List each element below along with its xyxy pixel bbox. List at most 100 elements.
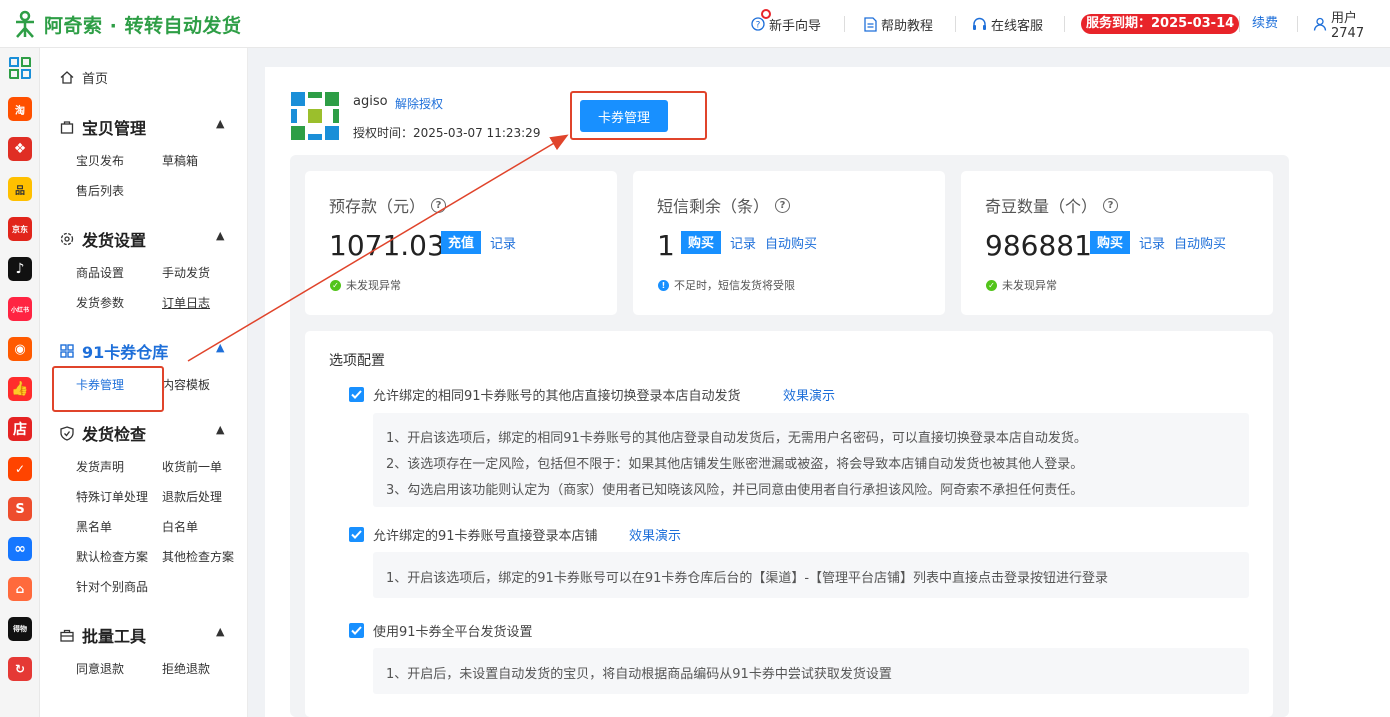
- sidebar-group-items[interactable]: 宝贝管理: [60, 115, 146, 139]
- options-title: 选项配置: [329, 353, 385, 369]
- sidebar-item-default-check[interactable]: 默认检查方案: [76, 548, 148, 565]
- dewu-icon[interactable]: 得物: [8, 617, 32, 641]
- zhuanzhuan-icon[interactable]: ↻: [8, 657, 32, 681]
- sidebar-item-other-check[interactable]: 其他检查方案: [162, 548, 234, 565]
- douyin-icon[interactable]: ♪: [8, 257, 32, 281]
- xiaohongshu-icon[interactable]: 小红书: [8, 297, 32, 321]
- option-2-label[interactable]: 允许绑定的91卡券账号直接登录本店铺: [373, 525, 598, 544]
- sidebar-item-agree-refund[interactable]: 同意退款: [76, 660, 124, 677]
- recharge-button[interactable]: 充值: [441, 231, 482, 254]
- card-status: ✓ 未发现异常: [986, 277, 1057, 293]
- sidebar-item-manual-ship[interactable]: 手动发货: [162, 264, 210, 281]
- kuaishou-icon[interactable]: ◉: [8, 337, 32, 361]
- option-1-checkbox[interactable]: [349, 387, 364, 402]
- divider: [1239, 16, 1240, 32]
- option-2-checkbox[interactable]: [349, 527, 364, 542]
- option-2-demo-link[interactable]: 效果演示: [629, 525, 681, 544]
- record-link[interactable]: 记录: [490, 233, 516, 252]
- check-icon: [351, 390, 362, 399]
- nav-help[interactable]: 帮助教程: [864, 0, 933, 48]
- agiso-logo-icon: [16, 10, 34, 38]
- sidebar-group-title: 发货设置: [82, 231, 147, 250]
- pinduoduo-icon[interactable]: ❖: [8, 137, 32, 161]
- sidebar-item-label: 首页: [82, 72, 109, 87]
- app-title: 阿奇索 · 转转自动发货: [44, 14, 242, 37]
- rail-label: 小红书: [10, 306, 29, 314]
- nav-guide[interactable]: ? 新手向导: [751, 0, 821, 48]
- sidebar-item-pre-receipt[interactable]: 收货前一单: [162, 458, 222, 475]
- option-1-label[interactable]: 允许绑定的相同91卡券账号的其他店直接切换登录本店自动发货: [373, 385, 741, 404]
- sidebar-item-content-template[interactable]: 内容模板: [162, 376, 210, 393]
- sidebar-group-batch-tools[interactable]: 批量工具: [60, 623, 146, 647]
- sidebar-item-order-log[interactable]: 订单日志: [162, 294, 210, 311]
- fupin-icon[interactable]: 品: [8, 177, 32, 201]
- note-line: 2、该选项存在一定风险，包括但不限于：如果其他店铺发生账密泄漏或被盗，将会导致本…: [386, 457, 1084, 472]
- buy-beans-button[interactable]: 购买: [1090, 231, 1131, 254]
- sidebar-item-ship-params[interactable]: 发货参数: [76, 294, 124, 311]
- option-3-checkbox[interactable]: [349, 623, 364, 638]
- chevron-up-icon[interactable]: ▲: [216, 341, 224, 354]
- chevron-up-icon[interactable]: ▲: [216, 117, 224, 130]
- stat-card-deposit: 预存款（元）? 1071.03 充值 记录 ✓ 未发现异常: [305, 171, 617, 315]
- home-icon: [60, 71, 74, 84]
- chevron-up-icon[interactable]: ▲: [216, 625, 224, 638]
- help-circle-icon[interactable]: ?: [431, 197, 447, 213]
- sidebar-item-ship-statement[interactable]: 发货声明: [76, 458, 124, 475]
- divider: [1297, 16, 1298, 32]
- sidebar-item-reject-refund[interactable]: 拒绝退款: [162, 660, 210, 677]
- bag-icon[interactable]: ✓: [8, 457, 32, 481]
- option-1-demo-link[interactable]: 效果演示: [783, 385, 835, 404]
- sidebar-group-shipping-settings[interactable]: 发货设置: [60, 227, 146, 251]
- store-icon[interactable]: ⌂: [8, 577, 32, 601]
- nav-guide-label: 新手向导: [769, 18, 822, 34]
- card-value: 1071.03: [329, 229, 445, 262]
- qr-grid-icon[interactable]: [8, 56, 32, 80]
- shop-icon[interactable]: 店: [8, 417, 32, 441]
- user-name: 用户2747: [1331, 11, 1365, 41]
- taobao-icon[interactable]: 淘: [8, 97, 32, 121]
- sidebar-item-home[interactable]: 首页: [60, 68, 108, 87]
- option-2-notes: 1、开启该选项后，绑定的91卡券账号可以在91卡券仓库后台的【渠道】-【管理平台…: [373, 552, 1249, 598]
- sidebar-item-product-settings[interactable]: 商品设置: [76, 264, 124, 281]
- sidebar-group-ship-check[interactable]: 发货检查: [60, 421, 146, 445]
- option-3-label[interactable]: 使用91卡券全平台发货设置: [373, 621, 533, 640]
- rail-glyph: ◉: [14, 341, 26, 357]
- buy-sms-button[interactable]: 购买: [681, 231, 722, 254]
- sidebar-item-publish[interactable]: 宝贝发布: [76, 152, 124, 169]
- shopee-icon[interactable]: S: [8, 497, 32, 521]
- rail-glyph: ✓: [14, 462, 26, 476]
- unbind-link[interactable]: 解除授权: [395, 95, 443, 112]
- sidebar-item-blacklist[interactable]: 黑名单: [76, 518, 112, 535]
- card-actions: 购买 记录 自动购买: [681, 231, 826, 254]
- card-title-text: 短信剩余（条）: [657, 197, 770, 216]
- thumb-icon[interactable]: 👍: [8, 377, 32, 401]
- sidebar-item-whitelist[interactable]: 白名单: [162, 518, 198, 535]
- jd-icon[interactable]: 京东: [8, 217, 32, 241]
- record-link[interactable]: 记录: [1139, 233, 1165, 252]
- chevron-up-icon[interactable]: ▲: [216, 229, 224, 242]
- card-status-text: 未发现异常: [346, 279, 401, 292]
- renew-link[interactable]: 续费: [1252, 14, 1278, 34]
- sidebar-item-special-orders[interactable]: 特殊订单处理: [76, 488, 148, 505]
- sidebar-item-drafts[interactable]: 草稿箱: [162, 152, 198, 169]
- auto-buy-link[interactable]: 自动购买: [765, 233, 817, 252]
- rail-label: S: [15, 501, 25, 517]
- info-circle-icon: !: [658, 279, 669, 291]
- card-status: ✓ 未发现异常: [330, 277, 401, 293]
- card-actions: 充值 记录: [441, 231, 525, 254]
- user-menu[interactable]: 用户2747: [1313, 0, 1390, 48]
- app-logo[interactable]: 阿奇索 · 转转自动发货: [12, 10, 241, 38]
- auto-buy-link[interactable]: 自动购买: [1174, 233, 1226, 252]
- sidebar-group-card-warehouse[interactable]: 91卡券仓库: [60, 339, 168, 363]
- chevron-up-icon[interactable]: ▲: [216, 423, 224, 436]
- link-icon[interactable]: ∞: [8, 537, 32, 561]
- help-circle-icon[interactable]: ?: [1103, 197, 1119, 213]
- nav-support[interactable]: 在线客服: [972, 0, 1043, 48]
- rail-glyph: ⌂: [15, 582, 25, 596]
- record-link[interactable]: 记录: [730, 233, 756, 252]
- note-line: 1、开启该选项后，绑定的相同91卡券账号的其他店登录自动发货后，无需用户名密码，…: [386, 431, 1087, 446]
- sidebar-item-post-refund[interactable]: 退款后处理: [162, 488, 222, 505]
- sidebar-item-after-sales[interactable]: 售后列表: [76, 182, 124, 199]
- sidebar-item-specific-products[interactable]: 针对个别商品: [76, 578, 148, 595]
- help-circle-icon[interactable]: ?: [775, 197, 791, 213]
